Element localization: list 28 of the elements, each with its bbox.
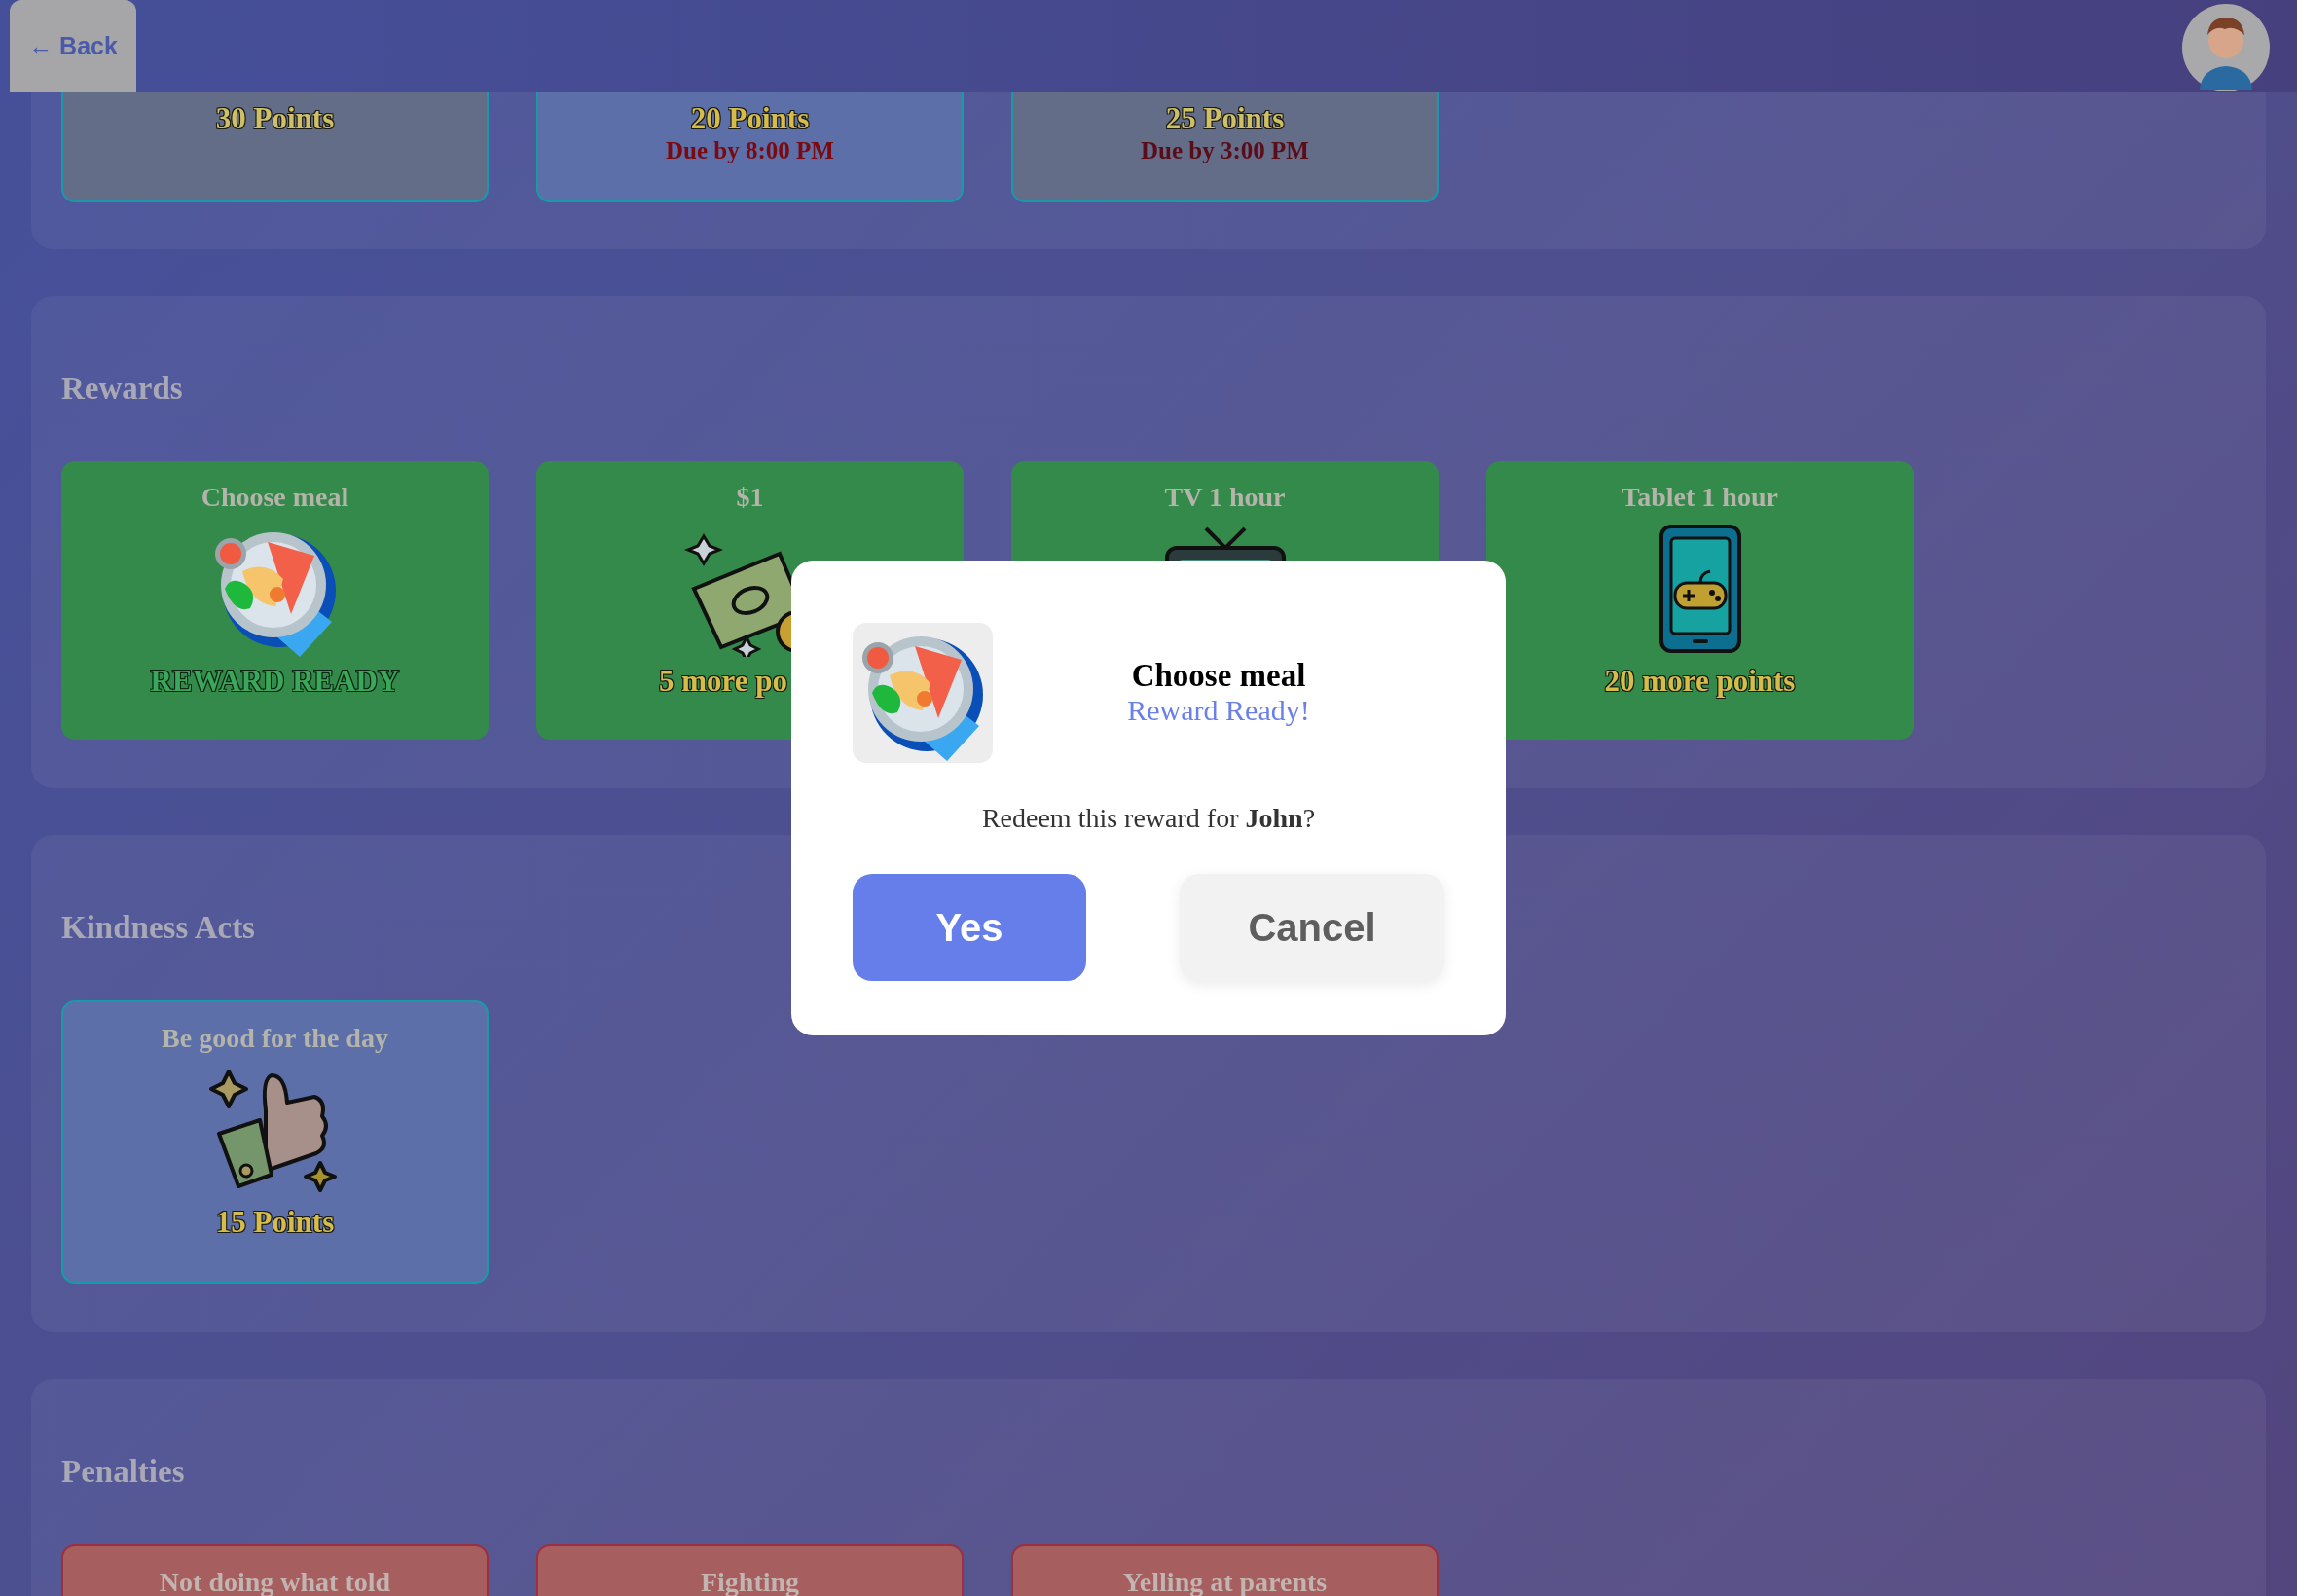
dialog-title: Choose meal	[1130, 657, 1307, 694]
reward-card[interactable]: Tablet 1 hour 20 more points	[1486, 461, 1914, 740]
back-button[interactable]: ← Back	[10, 0, 136, 92]
points-label: 25 Points	[1165, 100, 1285, 137]
card-title: $1	[736, 483, 764, 513]
card-title: Tablet 1 hour	[1622, 483, 1778, 513]
points-label: 15 Points	[215, 1203, 335, 1240]
cancel-button[interactable]: Cancel	[1180, 874, 1444, 981]
section-title: Kindness Acts	[61, 909, 255, 947]
points-label: 30 Points	[215, 100, 335, 137]
points-label: 20 Points	[690, 100, 810, 137]
reward-status: 20 more points	[1604, 662, 1796, 699]
due-time: Due by 3:00 PM	[1141, 136, 1309, 166]
section-title: Penalties	[61, 1453, 185, 1491]
yes-button[interactable]: Yes	[853, 874, 1086, 981]
card-title: Be good for the day	[162, 1024, 388, 1054]
kindness-card[interactable]: Be good for the day 15 Points	[61, 1000, 489, 1284]
due-time: Due by 8:00 PM	[666, 136, 834, 166]
chore-card[interactable]: 20 Points Due by 8:00 PM	[536, 92, 964, 202]
reward-card[interactable]: Choose meal REWARD READY	[61, 461, 489, 740]
section-title: Rewards	[61, 370, 183, 408]
card-title: Choose meal	[201, 483, 349, 513]
reward-status: 5 more po	[658, 662, 787, 699]
dialog-message: Redeem this reward for John?	[980, 802, 1317, 835]
avatar-icon[interactable]	[2182, 4, 2270, 91]
card-title: TV 1 hour	[1164, 483, 1286, 513]
dialog-subtitle: Reward Ready!	[1126, 693, 1311, 729]
reward-status: REWARD READY	[150, 662, 400, 699]
